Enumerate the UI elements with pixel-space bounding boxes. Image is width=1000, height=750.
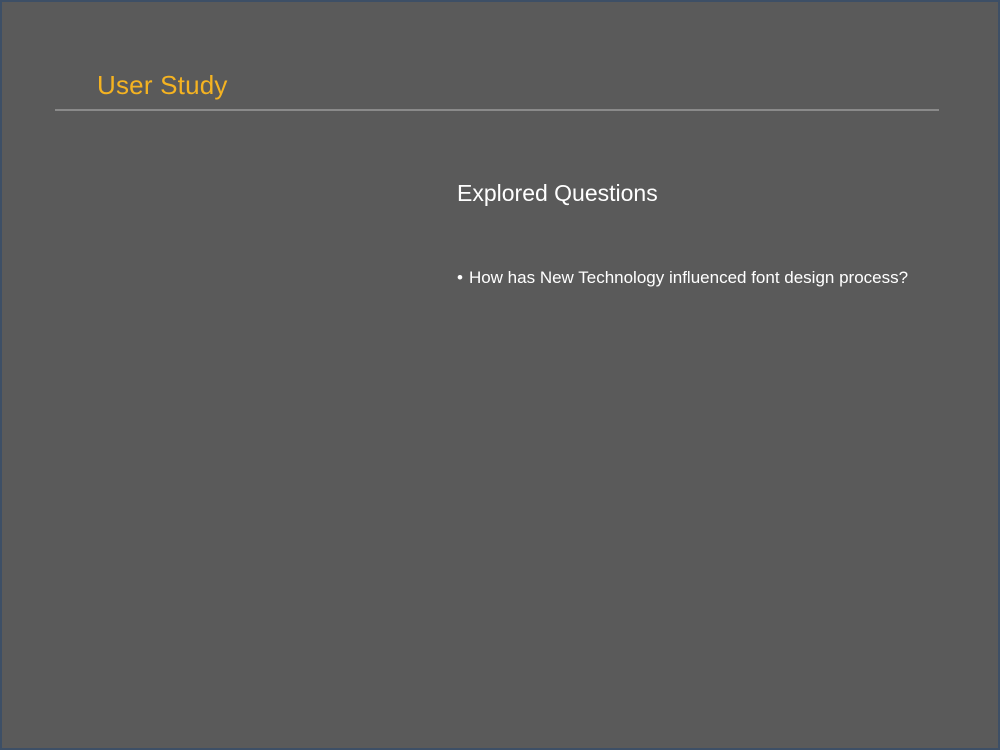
section-heading: Explored Questions — [457, 180, 658, 206]
title-divider — [55, 109, 939, 111]
bullet-list: • How has New Technology influenced font … — [457, 268, 908, 288]
slide: User Study Explored Questions • How has N… — [0, 0, 1000, 750]
bullet-icon: • — [457, 268, 463, 287]
list-item: • How has New Technology influenced font … — [457, 268, 908, 288]
bullet-text: How has New Technology influenced font d… — [468, 268, 909, 287]
slide-title: User Study — [97, 70, 228, 100]
